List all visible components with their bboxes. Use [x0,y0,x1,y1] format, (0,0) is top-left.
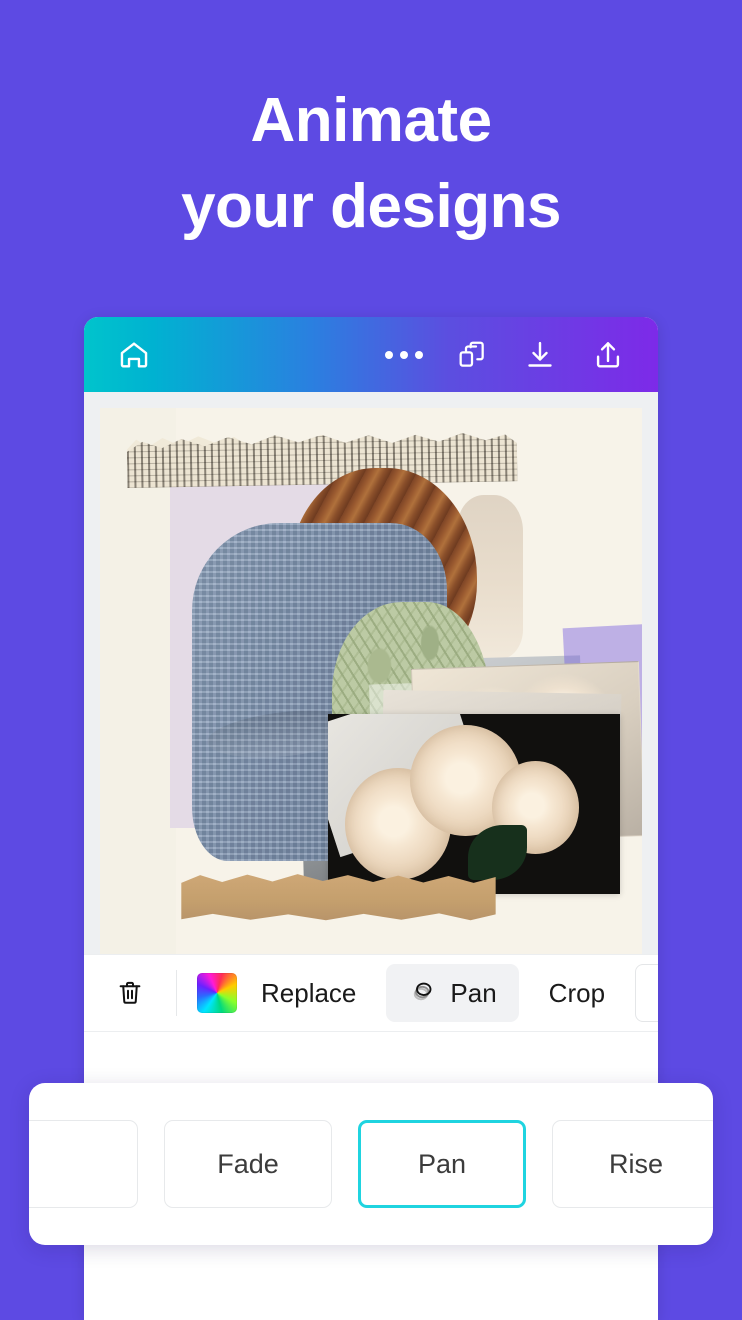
animation-option-fade[interactable]: Fade [164,1120,332,1208]
crop-button[interactable]: Crop [525,978,629,1009]
design-collage[interactable] [100,408,642,954]
page-title: Animate your designs [0,78,742,249]
app-toolbar [84,317,658,392]
animation-option-card[interactable] [29,1120,138,1208]
animation-options-panel[interactable]: Fade Pan Rise [29,1083,713,1245]
download-icon[interactable] [514,329,566,381]
canvas-area[interactable] [84,392,658,954]
more-dots [385,350,423,359]
animation-options-track[interactable]: Fade Pan Rise [29,1120,713,1208]
animation-option-rise[interactable]: Rise [552,1120,713,1208]
animation-option-pan[interactable]: Pan [358,1120,526,1208]
photo-roses-front[interactable] [327,713,621,894]
home-icon[interactable] [108,329,160,381]
trash-icon[interactable] [104,967,156,1019]
headline-line-2: your designs [181,171,561,241]
collage-left-wash [100,408,176,954]
headline-line-1: Animate [250,86,492,155]
replace-button[interactable]: Replace [237,978,380,1009]
animation-stack-icon [408,975,438,1012]
kraft-paper-strip [181,874,496,921]
pan-button[interactable]: Pan [386,964,519,1022]
duplicate-icon[interactable] [446,329,498,381]
toolbar-divider [176,970,177,1016]
share-icon[interactable] [582,329,634,381]
pan-button-label: Pan [450,977,497,1008]
color-swatch[interactable] [197,973,237,1013]
more-icon[interactable] [378,329,430,381]
edit-toolbar: Replace Pan Crop [84,954,658,1032]
next-chevron-icon[interactable] [635,964,658,1022]
